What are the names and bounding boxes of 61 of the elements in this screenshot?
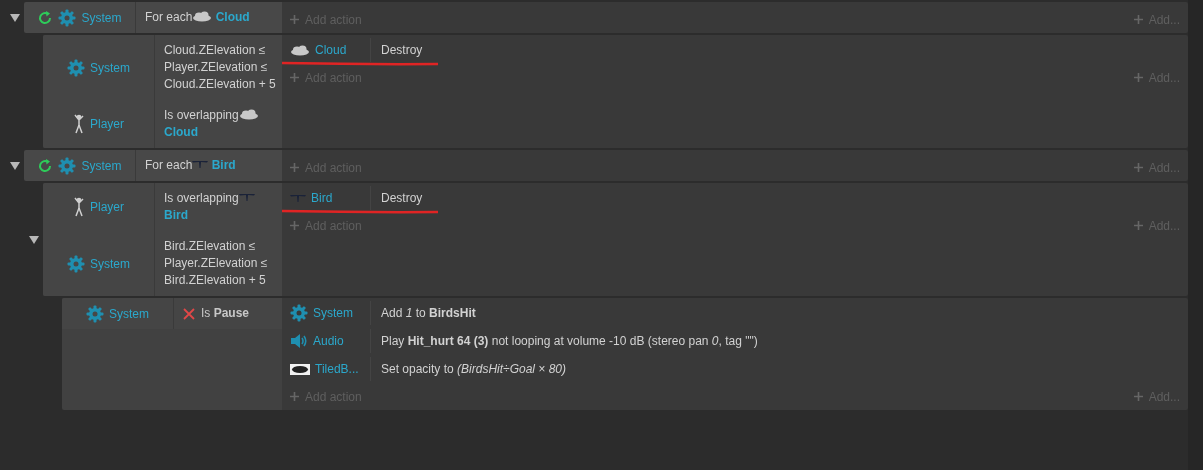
plus-icon — [290, 15, 299, 24]
plus-icon — [1133, 392, 1143, 401]
action-row[interactable]: Cloud Destroy — [290, 36, 1180, 64]
stick-figure-icon — [73, 197, 85, 217]
object-name: System — [81, 10, 122, 25]
action-text: Destroy — [380, 191, 423, 205]
cloud-icon — [192, 10, 213, 22]
plus-icon — [1133, 73, 1143, 82]
condition-text: Bird.ZElevation ≤ Player.ZElevation ≤ Bird.ZElevation + 5 — [164, 238, 269, 289]
stick-figure-icon — [73, 114, 85, 134]
gear-icon — [290, 304, 308, 322]
action-row[interactable]: Bird Destroy — [290, 184, 1180, 212]
bird-icon — [290, 193, 306, 203]
collapse-arrow-icon[interactable] — [28, 235, 39, 244]
object-name: System — [313, 306, 353, 320]
speaker-icon — [290, 333, 308, 349]
condition-row[interactable]: System Is Pause — [62, 298, 282, 329]
object-name: System — [81, 158, 122, 173]
action-text: Set opacity to (BirdsHit÷Goal × 80) — [380, 362, 566, 376]
plus-icon — [290, 392, 299, 401]
object-name: Player — [90, 200, 124, 214]
object-name: System — [109, 306, 149, 321]
gear-icon — [67, 58, 85, 77]
condition-row[interactable]: System Cloud.ZElevation ≤ Player.ZElevation ≤ Cloud.ZElevation + 5 — [43, 35, 282, 100]
condition-row[interactable]: System Bird.ZElevation ≤ Player.ZElevation ≤ Bird.ZElevation + 5 — [43, 231, 282, 296]
action-text: Destroy — [380, 43, 423, 57]
condition-text: Is overlapping Bird — [164, 190, 279, 224]
object-name: System — [90, 256, 130, 271]
object-name: Audio — [313, 334, 344, 348]
cloud-icon — [290, 44, 310, 56]
gear-icon — [67, 254, 85, 273]
condition-text: For each Bird — [145, 157, 236, 174]
action-row[interactable]: TiledB... Set opacity to (BirdsHit÷Goal × 80) — [290, 355, 1180, 383]
condition-text: Is overlapping Cloud — [164, 107, 279, 141]
object-name: Cloud — [315, 43, 347, 57]
cloud-icon — [238, 108, 259, 120]
action-row[interactable]: System Add 1 to BirdsHit — [290, 299, 1180, 327]
condition-row[interactable]: Player Is overlapping Bird — [43, 183, 282, 231]
action-text: Add 1 to BirdsHit — [380, 306, 476, 320]
condition-text: Is Pause — [201, 305, 250, 322]
collapse-arrow-icon[interactable] — [9, 13, 20, 22]
condition-row[interactable]: Player Is overlapping Cloud — [43, 100, 282, 148]
plus-icon — [290, 221, 299, 230]
plus-icon — [1133, 15, 1143, 24]
object-name: TiledB... — [315, 362, 359, 376]
object-name: System — [90, 60, 130, 75]
gear-icon — [86, 304, 104, 323]
plus-icon — [290, 73, 299, 82]
object-name: Bird — [311, 191, 333, 205]
image-icon — [290, 363, 310, 375]
plus-icon — [1133, 221, 1143, 230]
object-name: Player — [90, 117, 124, 131]
action-text: Play Hit_hurt 64 (3) not looping at volume -10 dB (stereo pan 0, tag "") — [380, 334, 758, 348]
bird-icon — [192, 159, 209, 170]
plus-icon — [1133, 163, 1143, 172]
action-row[interactable]: Audio Play Hit_hurt 64 (3) not looping at volume -10 dB (stereo pan 0, tag "") — [290, 327, 1180, 355]
plus-icon — [290, 163, 299, 172]
condition-text: Cloud.ZElevation ≤ Player.ZElevation ≤ Cloud.ZElevation + 5 — [164, 42, 277, 93]
condition-text: For each Cloud — [145, 9, 250, 26]
bird-icon — [238, 192, 255, 203]
collapse-arrow-icon[interactable] — [9, 161, 20, 170]
